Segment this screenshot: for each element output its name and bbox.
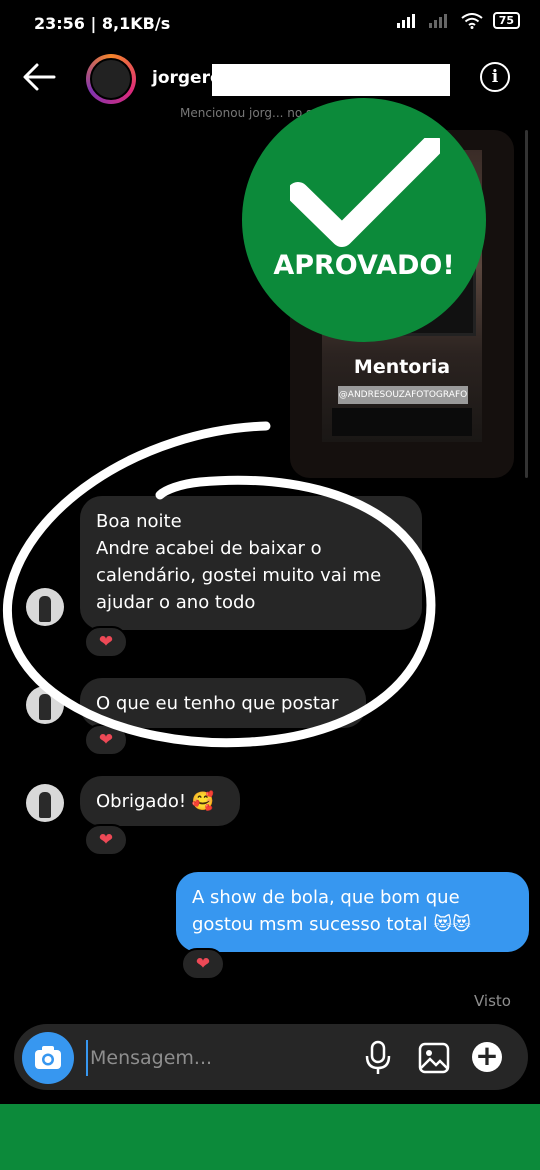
message-bubble-sent[interactable]: A show de bola, que bom que gostou msm s…	[176, 872, 529, 952]
camera-icon	[35, 1046, 61, 1069]
gallery-button[interactable]	[418, 1042, 450, 1078]
seen-label: Visto	[474, 992, 511, 1010]
add-button[interactable]: +	[472, 1042, 502, 1072]
message-bubble-received[interactable]: Obrigado! 🥰	[80, 776, 240, 826]
heart-reaction[interactable]: ❤	[84, 824, 128, 856]
image-icon	[418, 1042, 450, 1074]
back-button[interactable]	[22, 62, 56, 96]
status-time-speed: 23:56 | 8,1KB/s	[34, 14, 171, 33]
microphone-icon	[365, 1040, 391, 1074]
scrollbar[interactable]	[525, 130, 528, 478]
message-line: gostou msm sucesso total 😻😻	[192, 914, 471, 935]
signal-icon	[396, 13, 415, 28]
status-icons: 75	[396, 12, 520, 29]
profile-avatar[interactable]	[90, 58, 132, 100]
wifi-icon	[461, 12, 483, 29]
signal-2-icon	[428, 13, 447, 28]
message-line: A show de bola, que bom que	[192, 887, 460, 908]
highlight-circle-annotation	[3, 421, 436, 748]
arrow-left-icon	[23, 63, 56, 91]
redaction-box	[212, 64, 450, 96]
story-mention-tag: @ANDRESOUZAFOTOGRAFO	[338, 386, 468, 404]
checkmark-icon	[290, 138, 440, 247]
message-line: Obrigado! 🥰	[96, 791, 215, 812]
sender-avatar[interactable]	[26, 784, 64, 822]
camera-button[interactable]	[22, 1032, 74, 1084]
battery-icon: 75	[492, 12, 520, 29]
microphone-button[interactable]	[364, 1040, 392, 1080]
story-title: Mentoria	[353, 356, 451, 378]
approved-stamp-text: APROVADO!	[273, 250, 455, 281]
status-bar: 23:56 | 8,1KB/s 75	[0, 0, 540, 50]
message-input[interactable]	[86, 1040, 352, 1076]
bottom-green-bar	[0, 1104, 540, 1170]
heart-reaction[interactable]: ❤	[181, 948, 225, 980]
info-icon[interactable]: i	[480, 62, 510, 92]
